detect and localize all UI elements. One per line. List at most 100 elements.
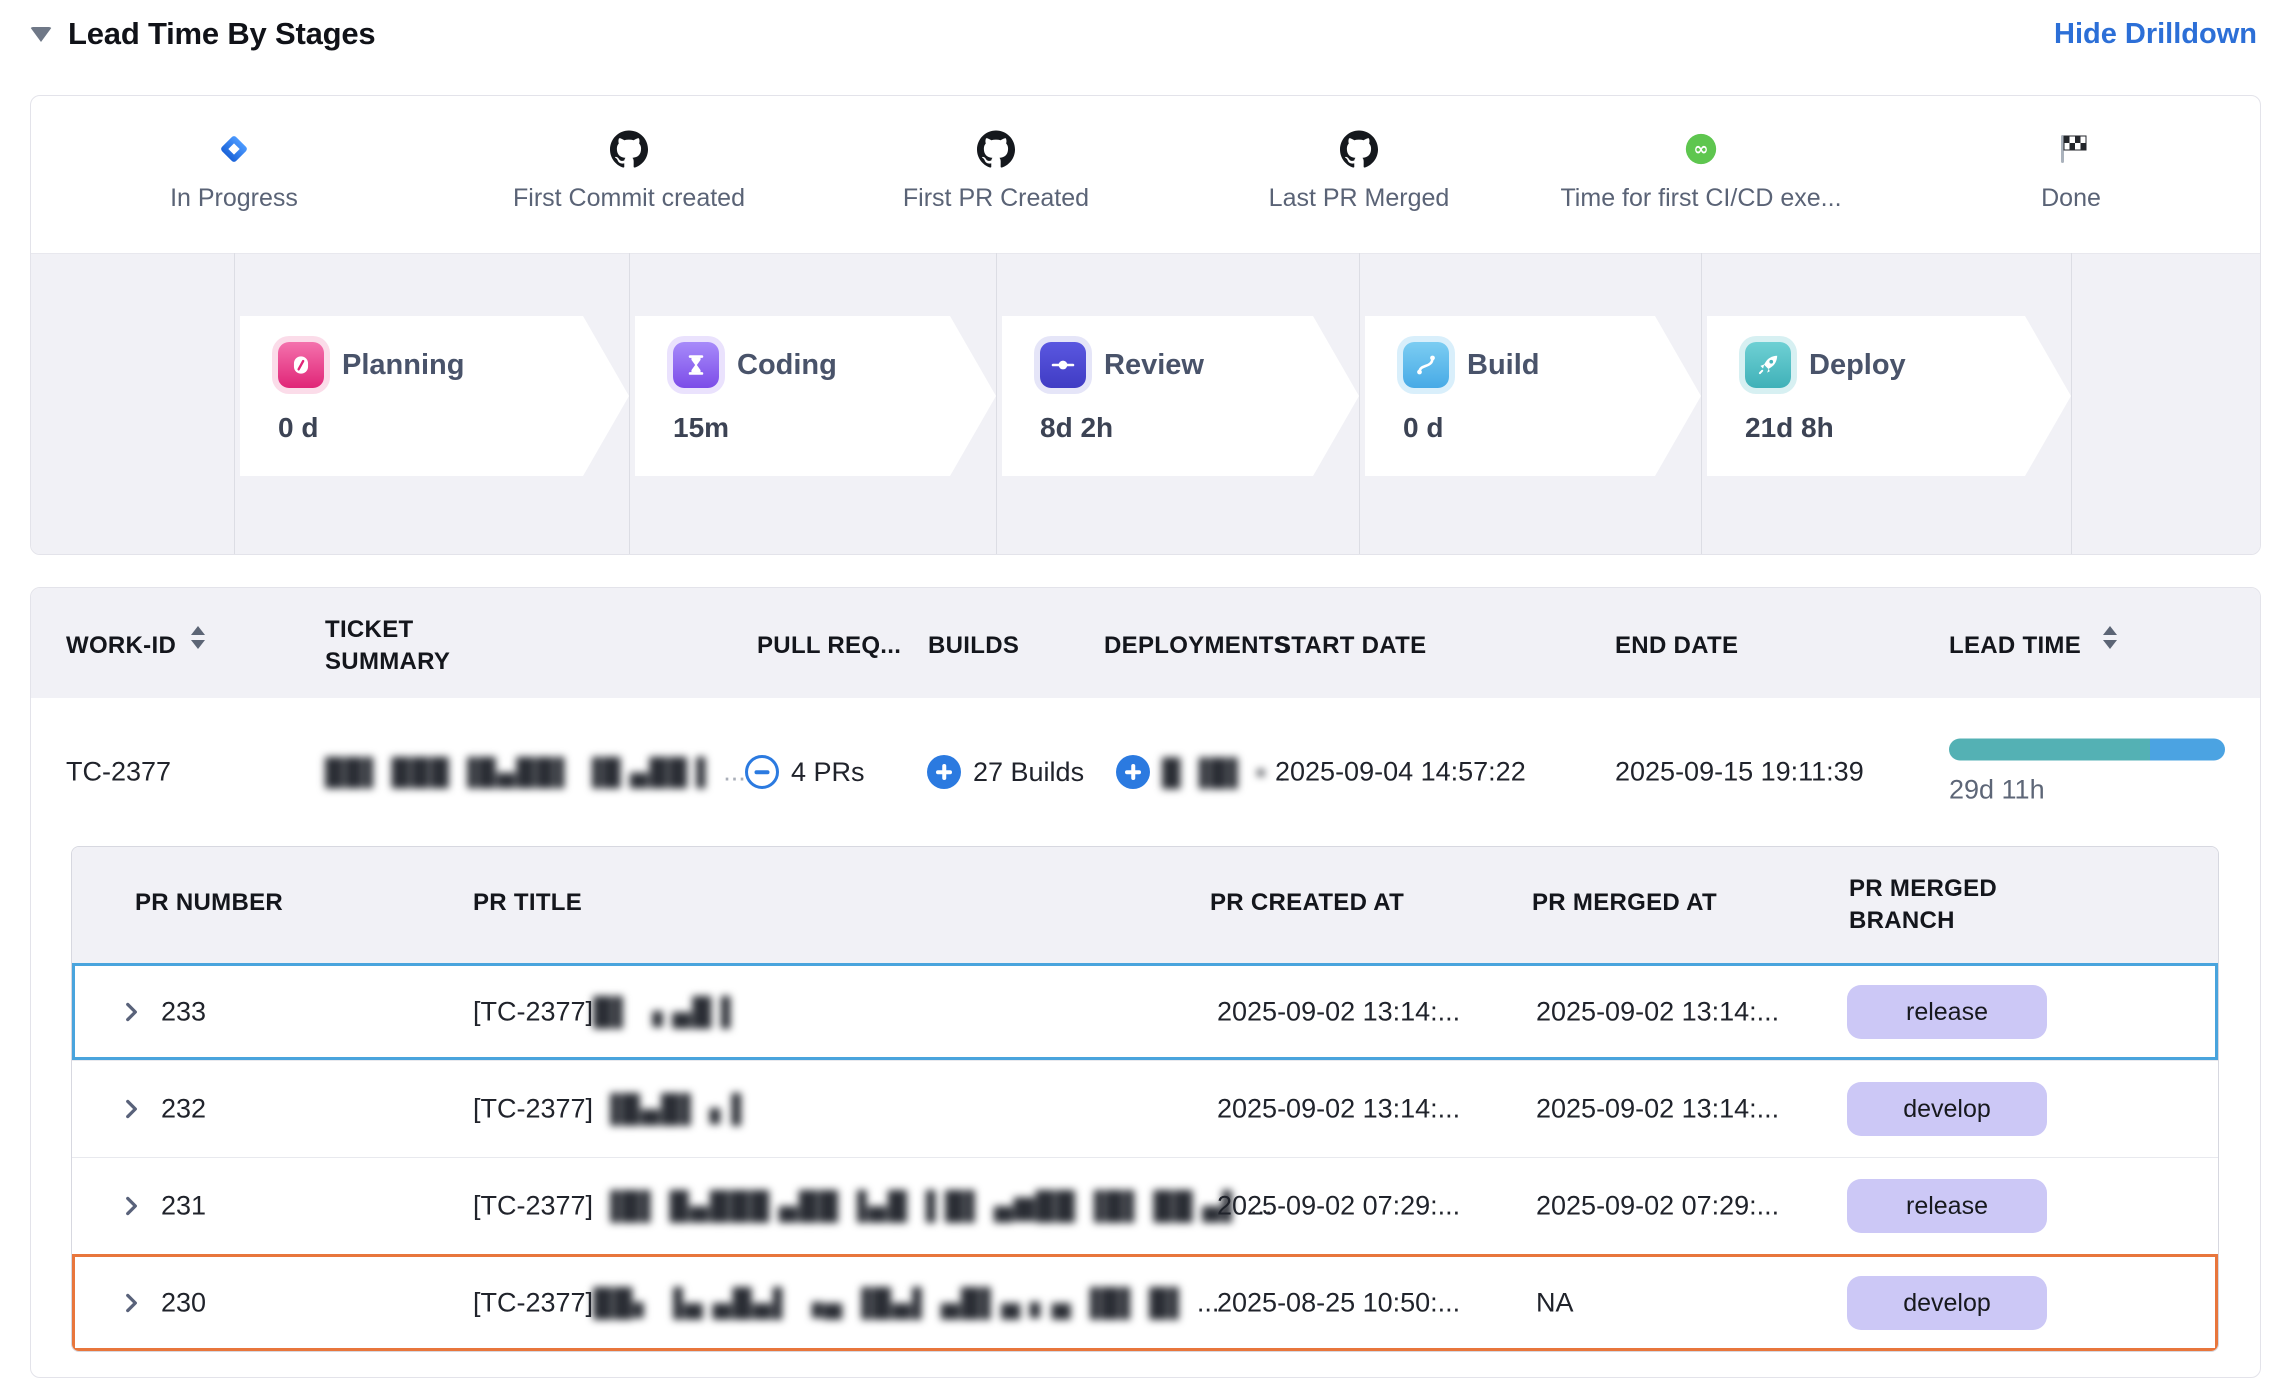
pr-table: PR NUMBER PR TITLE PR CREATED AT PR MERG… — [71, 846, 2219, 1352]
row-expand-chevron-icon[interactable] — [118, 999, 144, 1025]
ticket-summary-ellipsis: ... — [723, 757, 746, 787]
pull-requests-count: 4 PRs — [791, 757, 865, 788]
col-work-id: WORK-ID — [66, 630, 176, 662]
finish-flag-icon — [1901, 126, 2241, 172]
stage-planning: Planning 0 d — [240, 316, 629, 476]
branch-badge: develop — [1847, 1082, 2047, 1136]
stage-duration: 21d 8h — [1745, 412, 2071, 444]
pr-title: [TC-2377]█▌ ▗ ▄█ ▌ — [473, 997, 741, 1028]
pr-row[interactable]: 232 [TC-2377] ▐█▄█▌ ▖▌ 2025-09-02 13:14:… — [72, 1060, 2218, 1157]
deployments-toggle[interactable]: █ ▐█▌ ▪ . — [1116, 755, 1286, 789]
stage-name: Planning — [342, 349, 464, 382]
stage-duration: 15m — [673, 412, 996, 444]
pr-row[interactable]: 231 [TC-2377] ▐█▌ █▄███ ▄██ ▐▄█ ▐ █▌ ▄▆█… — [72, 1157, 2218, 1254]
col-deployments: DEPLOYMENTS — [1104, 630, 1290, 662]
pr-number: 230 — [161, 1288, 206, 1319]
commit-icon — [1040, 342, 1086, 388]
work-id: TC-2377 — [66, 757, 171, 788]
collapse-caret-icon[interactable] — [30, 27, 52, 42]
row-expand-chevron-icon[interactable] — [118, 1290, 144, 1316]
builds-count: 27 Builds — [973, 757, 1084, 788]
sort-lead-time-icon[interactable] — [2103, 626, 2117, 649]
builds-toggle[interactable]: 27 Builds — [927, 755, 1084, 789]
stage-separator — [234, 253, 235, 554]
pr-number: 232 — [161, 1094, 206, 1125]
pr-created-at: 2025-08-25 10:50:... — [1217, 1288, 1460, 1319]
col-ticket-summary: TICKET SUMMARY — [325, 614, 510, 679]
pr-title-redacted: █▌ ▗ ▄█ ▌ — [593, 997, 741, 1027]
col-pr-created-at: PR CREATED AT — [1210, 887, 1404, 919]
col-end-date: END DATE — [1615, 630, 1738, 662]
hide-drilldown-link[interactable]: Hide Drilldown — [2054, 18, 2257, 51]
work-item-row: TC-2377 ██▌ ███ ▐█▄██▌ ▐█ ▄██ ▌ ... 4 PR… — [31, 698, 2260, 846]
lead-time-bar-blue-segment — [2150, 739, 2225, 761]
stage-coding: Coding 15m — [635, 316, 996, 476]
page-title: Lead Time By Stages — [68, 16, 375, 52]
ticket-summary: ██▌ ███ ▐█▄██▌ ▐█ ▄██ ▌ ... — [325, 757, 746, 788]
planning-icon — [278, 342, 324, 388]
branch-curve-icon — [1403, 342, 1449, 388]
stage-name: Build — [1467, 349, 1540, 382]
col-pr-title: PR TITLE — [473, 887, 582, 919]
row-expand-chevron-icon[interactable] — [118, 1193, 144, 1219]
ticket-summary-redacted: ██▌ ███ ▐█▄██▌ ▐█ ▄██ ▌ — [325, 757, 716, 787]
pr-created-at: 2025-09-02 07:29:... — [1217, 1191, 1460, 1222]
col-lead-time: LEAD TIME — [1949, 630, 2081, 662]
stage-name: Review — [1104, 349, 1204, 382]
pr-merged-at: 2025-09-02 13:14:... — [1536, 997, 1779, 1028]
stage-deploy: Deploy 21d 8h — [1707, 316, 2071, 476]
branch-badge: release — [1847, 985, 2047, 1039]
pr-title: [TC-2377] ▐█▌ █▄███ ▄██ ▐▄█ ▐ █▌ ▄▆██ ▐█… — [473, 1191, 1272, 1222]
work-items-table-card: WORK-ID TICKET SUMMARY PULL REQ... BUILD… — [30, 587, 2261, 1378]
pr-title: [TC-2377] ▐█▄█▌ ▖▌ — [473, 1094, 752, 1125]
stage-separator — [996, 253, 997, 554]
milestone-cicd: ∞ Time for first CI/CD exe... — [1531, 126, 1871, 213]
pr-created-at: 2025-09-02 13:14:... — [1217, 997, 1460, 1028]
stage-build: Build 0 d — [1365, 316, 1701, 476]
col-builds: BUILDS — [928, 630, 1019, 662]
milestone-last-pr-merged: Last PR Merged — [1189, 126, 1529, 213]
pr-title-redacted: ██▖ ▐▄ ▄█▄▌ ▗▄ ▐█▄▌ ▄█▌▄ ▖▄ ▐█▌ █▌ — [593, 1288, 1189, 1318]
lead-time-value: 29d 11h — [1949, 775, 2225, 806]
github-icon — [1189, 126, 1529, 172]
hourglass-icon — [673, 342, 719, 388]
milestone-in-progress: In Progress — [64, 126, 404, 213]
pr-row[interactable]: 233 [TC-2377]█▌ ▗ ▄█ ▌ 2025-09-02 13:14:… — [72, 963, 2218, 1060]
stage-duration: 8d 2h — [1040, 412, 1359, 444]
work-table-header: WORK-ID TICKET SUMMARY PULL REQ... BUILD… — [31, 588, 2260, 698]
branch-badge: develop — [1847, 1276, 2047, 1330]
start-date: 2025-09-04 14:57:22 — [1275, 757, 1526, 788]
sort-work-id-icon[interactable] — [191, 626, 205, 649]
pr-title-redacted: ▐█▌ █▄███ ▄██ ▐▄█ ▐ █▌ ▄▆██ ▐█▌ ██ ▄▌ — [601, 1191, 1243, 1221]
stage-review: Review 8d 2h — [1002, 316, 1359, 476]
stage-separator — [2071, 253, 2072, 554]
lead-time-bar — [1949, 739, 2225, 761]
milestone-done: Done — [1901, 126, 2241, 213]
expand-plus-icon[interactable] — [1116, 755, 1150, 789]
pr-merged-at: 2025-09-02 13:14:... — [1536, 1094, 1779, 1125]
pr-merged-at: 2025-09-02 07:29:... — [1536, 1191, 1779, 1222]
pull-requests-toggle[interactable]: 4 PRs — [745, 755, 865, 789]
pr-title: [TC-2377]██▖ ▐▄ ▄█▄▌ ▗▄ ▐█▄▌ ▄█▌▄ ▖▄ ▐█▌… — [473, 1288, 1219, 1319]
col-start-date: START DATE — [1275, 630, 1426, 662]
pr-number: 231 — [161, 1191, 206, 1222]
stage-duration: 0 d — [278, 412, 629, 444]
drilldown-header: Lead Time By Stages Hide Drilldown — [30, 10, 2257, 58]
svg-text:∞: ∞ — [1694, 139, 1709, 160]
stage-separator — [1359, 253, 1360, 554]
pr-merged-at: NA — [1536, 1288, 1574, 1319]
jira-status-icon — [64, 126, 404, 172]
github-icon — [826, 126, 1166, 172]
lead-time-cell: 29d 11h — [1949, 739, 2225, 806]
rocket-icon — [1745, 342, 1791, 388]
pr-number: 233 — [161, 997, 206, 1028]
stage-separator — [629, 253, 630, 554]
pr-row[interactable]: 230 [TC-2377]██▖ ▐▄ ▄█▄▌ ▗▄ ▐█▄▌ ▄█▌▄ ▖▄… — [72, 1254, 2218, 1351]
collapse-minus-icon[interactable] — [745, 755, 779, 789]
row-expand-chevron-icon[interactable] — [118, 1096, 144, 1122]
pr-table-header: PR NUMBER PR TITLE PR CREATED AT PR MERG… — [72, 847, 2218, 963]
col-pr-merged-at: PR MERGED AT — [1532, 887, 1717, 919]
expand-plus-icon[interactable] — [927, 755, 961, 789]
stage-name: Deploy — [1809, 349, 1906, 382]
lead-time-pipeline-card: In Progress First Commit created First P… — [30, 95, 2261, 555]
